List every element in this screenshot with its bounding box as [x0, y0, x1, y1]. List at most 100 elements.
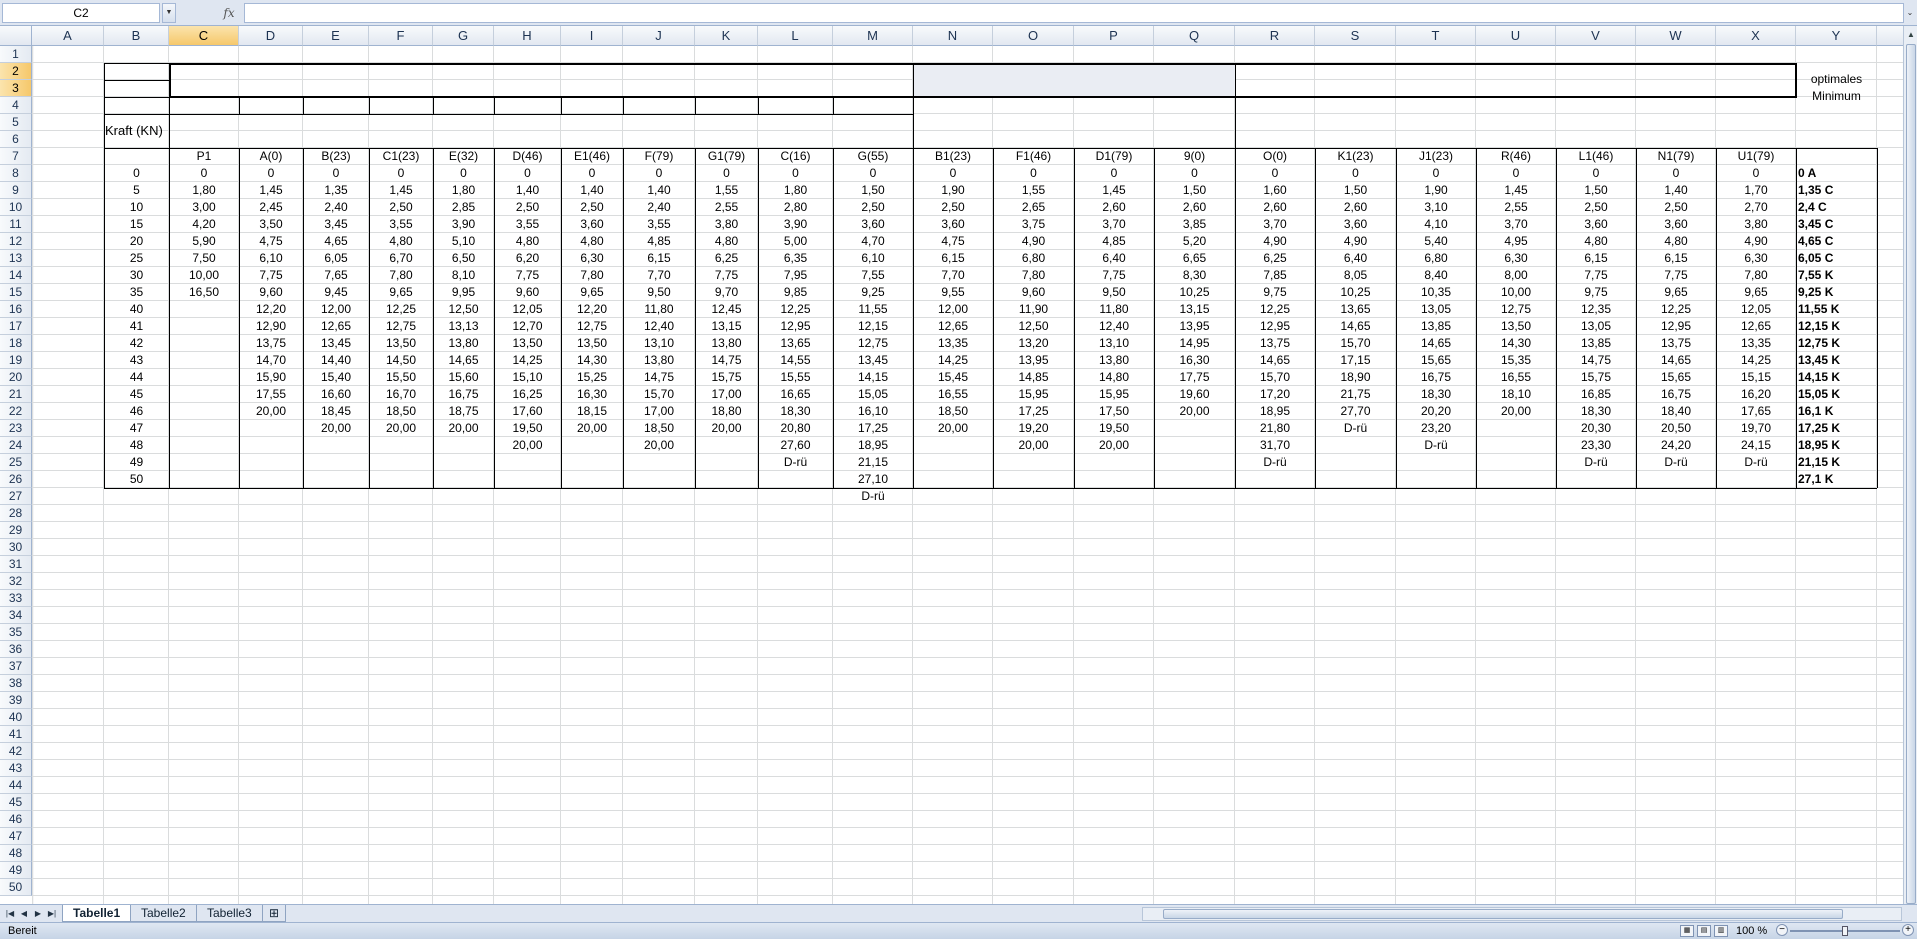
cell-w22[interactable]: 18,40: [1636, 403, 1716, 420]
cell-p17[interactable]: 12,40: [1074, 318, 1154, 335]
cell-l13[interactable]: 6,35: [758, 250, 833, 267]
row-header-20[interactable]: 20: [0, 369, 32, 386]
cell-e19[interactable]: 14,40: [303, 352, 369, 369]
cell-q17[interactable]: 13,95: [1154, 318, 1235, 335]
cell-g9[interactable]: 1,80: [433, 182, 494, 199]
cell-r14[interactable]: 7,85: [1235, 267, 1315, 284]
cell-h23[interactable]: 19,50: [494, 420, 561, 437]
column-header-f[interactable]: F: [369, 26, 433, 46]
cell-e18[interactable]: 13,45: [303, 335, 369, 352]
cell-j18[interactable]: 13,10: [623, 335, 695, 352]
cell-i8[interactable]: 0: [561, 165, 623, 182]
cell-e11[interactable]: 3,45: [303, 216, 369, 233]
cell-s11[interactable]: 3,60: [1315, 216, 1396, 233]
cell-b20[interactable]: 44: [104, 369, 169, 386]
cell-n18[interactable]: 13,35: [913, 335, 993, 352]
cell-p13[interactable]: 6,40: [1074, 250, 1154, 267]
cell-u8[interactable]: 0: [1476, 165, 1556, 182]
cell-h13[interactable]: 6,20: [494, 250, 561, 267]
cell-f20[interactable]: 15,50: [369, 369, 433, 386]
column-header-y[interactable]: Y: [1796, 26, 1877, 46]
cell-q10[interactable]: 2,60: [1154, 199, 1235, 216]
cell-b13[interactable]: 25: [104, 250, 169, 267]
cell-o19[interactable]: 13,95: [993, 352, 1074, 369]
cell-y16[interactable]: 11,55 K: [1796, 301, 1877, 318]
cell-x23[interactable]: 19,70: [1716, 420, 1796, 437]
cell-j11[interactable]: 3,55: [623, 216, 695, 233]
cell-o24[interactable]: 20,00: [993, 437, 1074, 454]
cell-x7[interactable]: U1(79): [1716, 148, 1796, 165]
cell-r15[interactable]: 9,75: [1235, 284, 1315, 301]
cell-k20[interactable]: 15,75: [695, 369, 758, 386]
cell-i7[interactable]: E1(46): [561, 148, 623, 165]
cell-y24[interactable]: 18,95 K: [1796, 437, 1877, 454]
cell-m8[interactable]: 0: [833, 165, 913, 182]
column-header-i[interactable]: I: [561, 26, 623, 46]
cell-b23[interactable]: 47: [104, 420, 169, 437]
last-sheet-icon[interactable]: ▶|: [46, 906, 58, 922]
column-header-l[interactable]: L: [758, 26, 833, 46]
cell-y8[interactable]: 0 A: [1796, 165, 1877, 182]
cell-o17[interactable]: 12,50: [993, 318, 1074, 335]
cell-n9[interactable]: 1,90: [913, 182, 993, 199]
cell-t9[interactable]: 1,90: [1396, 182, 1476, 199]
cell-p22[interactable]: 17,50: [1074, 403, 1154, 420]
cell-l11[interactable]: 3,90: [758, 216, 833, 233]
row-header-26[interactable]: 26: [0, 471, 32, 488]
cell-c10[interactable]: 3,00: [169, 199, 239, 216]
cell-f17[interactable]: 12,75: [369, 318, 433, 335]
first-sheet-icon[interactable]: |◀: [4, 906, 16, 922]
column-header-b[interactable]: B: [104, 26, 169, 46]
cell-r21[interactable]: 17,20: [1235, 386, 1315, 403]
cell-n16[interactable]: 12,00: [913, 301, 993, 318]
row-header-39[interactable]: 39: [0, 692, 32, 709]
cell-x12[interactable]: 4,90: [1716, 233, 1796, 250]
cell-w24[interactable]: 24,20: [1636, 437, 1716, 454]
cell-l8[interactable]: 0: [758, 165, 833, 182]
cell-r12[interactable]: 4,90: [1235, 233, 1315, 250]
cell-y17[interactable]: 12,15 K: [1796, 318, 1877, 335]
cell-x16[interactable]: 12,05: [1716, 301, 1796, 318]
cell-g15[interactable]: 9,95: [433, 284, 494, 301]
cell-m10[interactable]: 2,50: [833, 199, 913, 216]
row-header-10[interactable]: 10: [0, 199, 32, 216]
row-header-12[interactable]: 12: [0, 233, 32, 250]
cell-p8[interactable]: 0: [1074, 165, 1154, 182]
cell-o16[interactable]: 11,90: [993, 301, 1074, 318]
cell-f11[interactable]: 3,55: [369, 216, 433, 233]
cell-g16[interactable]: 12,50: [433, 301, 494, 318]
column-header-g[interactable]: G: [433, 26, 494, 46]
cell-d15[interactable]: 9,60: [239, 284, 303, 301]
insert-sheet-icon[interactable]: ⊞: [262, 905, 287, 922]
cell-c7[interactable]: P1: [169, 148, 239, 165]
cell-g17[interactable]: 13,13: [433, 318, 494, 335]
cell-j16[interactable]: 11,80: [623, 301, 695, 318]
cell-t10[interactable]: 3,10: [1396, 199, 1476, 216]
cell-v23[interactable]: 20,30: [1556, 420, 1636, 437]
cell-o23[interactable]: 19,20: [993, 420, 1074, 437]
row-header-2[interactable]: 2: [0, 63, 32, 80]
cell-p7[interactable]: D1(79): [1074, 148, 1154, 165]
cell-m22[interactable]: 16,10: [833, 403, 913, 420]
cell-h14[interactable]: 7,75: [494, 267, 561, 284]
cell-b18[interactable]: 42: [104, 335, 169, 352]
cell-q18[interactable]: 14,95: [1154, 335, 1235, 352]
cell-g13[interactable]: 6,50: [433, 250, 494, 267]
row-header-36[interactable]: 36: [0, 641, 32, 658]
cell-b26[interactable]: 50: [104, 471, 169, 488]
cell-r24[interactable]: 31,70: [1235, 437, 1315, 454]
cell-u21[interactable]: 18,10: [1476, 386, 1556, 403]
cell-k9[interactable]: 1,55: [695, 182, 758, 199]
row-header-4[interactable]: 4: [0, 97, 32, 114]
zoom-slider-knob[interactable]: [1842, 926, 1848, 936]
cell-m17[interactable]: 12,15: [833, 318, 913, 335]
cell-f22[interactable]: 18,50: [369, 403, 433, 420]
cell-l10[interactable]: 2,80: [758, 199, 833, 216]
cell-q15[interactable]: 10,25: [1154, 284, 1235, 301]
cell-w25[interactable]: D-rü: [1636, 454, 1716, 471]
cell-l24[interactable]: 27,60: [758, 437, 833, 454]
cell-s10[interactable]: 2,60: [1315, 199, 1396, 216]
cell-x15[interactable]: 9,65: [1716, 284, 1796, 301]
cell-o21[interactable]: 15,95: [993, 386, 1074, 403]
cell-w21[interactable]: 16,75: [1636, 386, 1716, 403]
